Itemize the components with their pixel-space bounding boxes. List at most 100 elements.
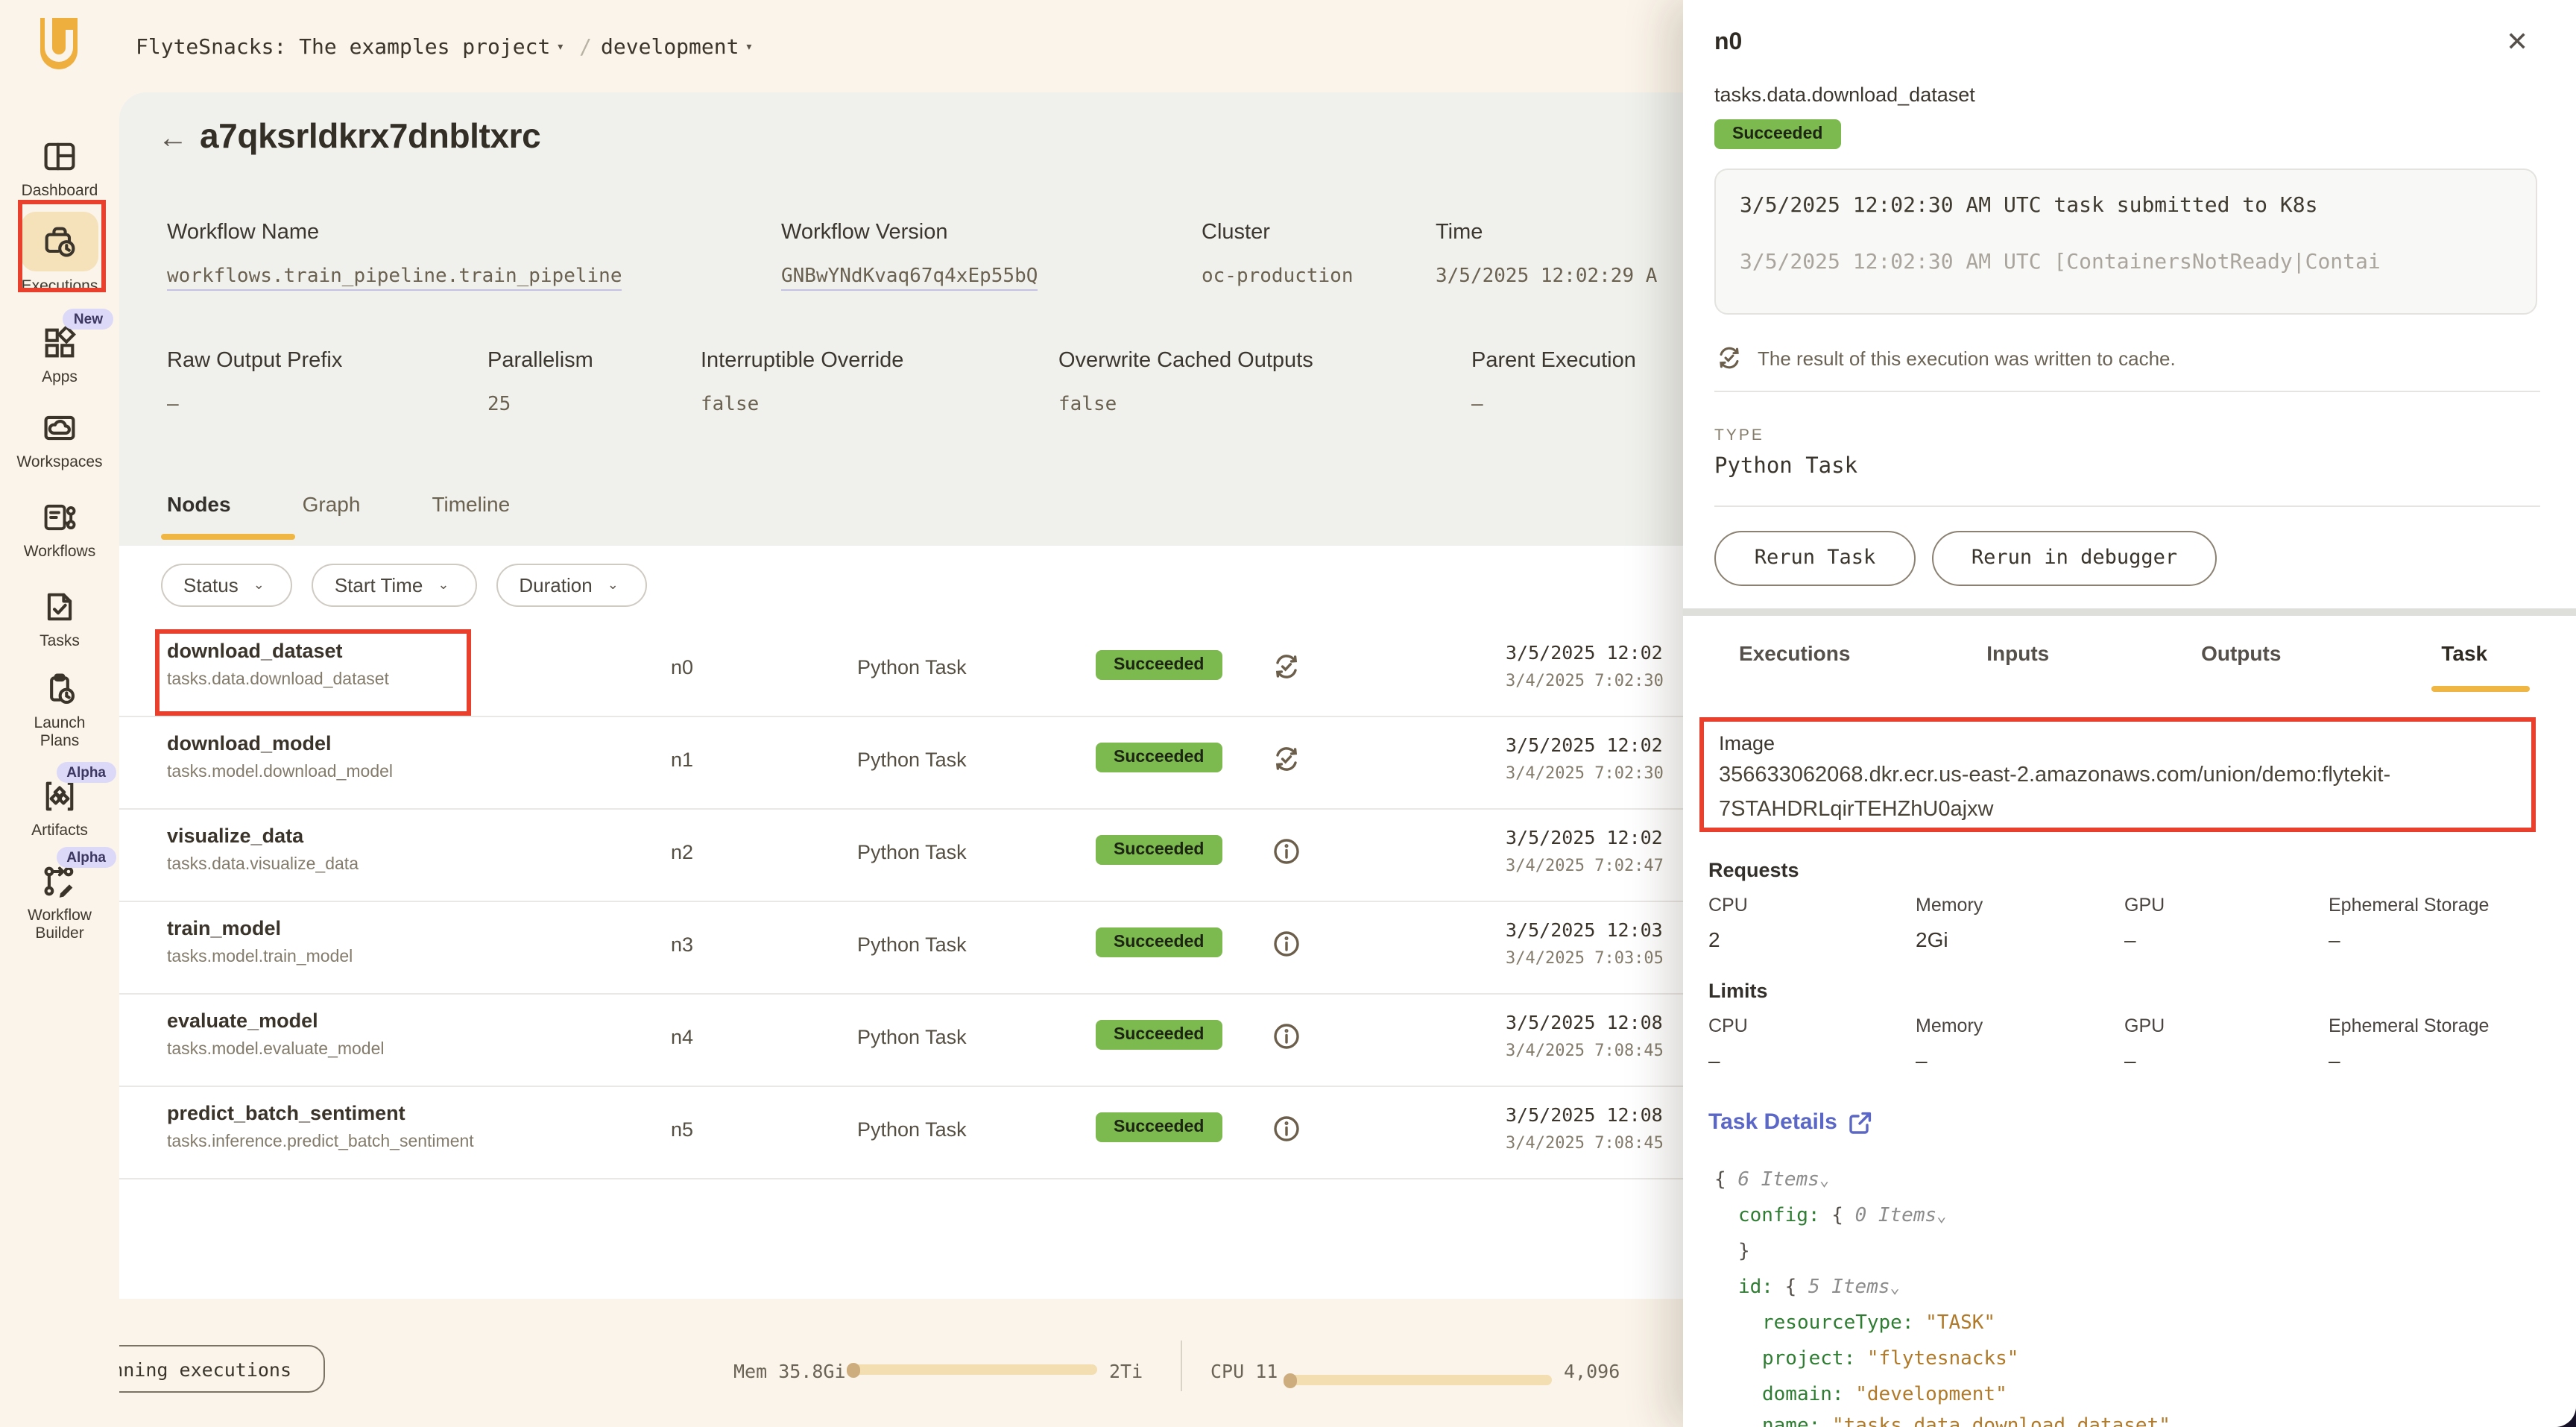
res-header-cpu: CPU [1708,895,1916,916]
tab-executions[interactable]: Executions [1683,641,1907,665]
domain-caret-down-icon[interactable]: ▾ [745,40,753,55]
meta-value: false [1058,394,1313,416]
workflow-name-link[interactable]: workflows.train_pipeline.train_pipeline [167,265,622,291]
task-details-link[interactable]: Task Details [1708,1109,1873,1135]
status-badge: Succeeded [1096,650,1222,680]
requests-values: 2 2Gi – – [1708,927,2340,951]
launch-plans-icon [0,670,119,708]
breadcrumb: FlyteSnacks: The examples project ▾ / de… [136,36,759,60]
meta-label: Cluster [1202,221,1354,245]
meta-value: 25 [487,394,593,416]
node-name[interactable]: download_model [167,732,393,755]
workflow-version-link[interactable]: GNBwYNdKvaq67q4xEp55bQ [781,265,1038,291]
table-row-n0[interactable]: download_dataset tasks.data.download_dat… [119,623,1683,717]
node-name[interactable]: evaluate_model [167,1009,385,1032]
sidebar-item-tasks[interactable]: Tasks [0,588,119,650]
node-type: Python Task [857,656,967,678]
node-name[interactable]: download_dataset [167,640,389,662]
info-icon[interactable] [1270,835,1303,868]
rerun-debugger-button[interactable]: Rerun in debugger [1932,531,2217,586]
sidebar-item-executions[interactable]: Executions [0,212,119,295]
collapse-chevron-icon: ⌄ [1890,1278,1900,1297]
node-name[interactable]: visualize_data [167,825,359,847]
sidebar-item-dashboard[interactable]: Dashboard [0,137,119,200]
log-preview-box[interactable]: 3/5/2025 12:02:30 AM UTC task submitted … [1714,168,2537,315]
node-type: Python Task [857,1026,967,1048]
res-header-ephemeral-storage: Ephemeral Storage [2329,895,2489,916]
json-root-line[interactable]: { 6 Items⌄ [1714,1169,1829,1191]
union-logo[interactable] [36,16,82,76]
cluster-value: oc-production [1202,265,1354,288]
limit-cpu: – [1708,1048,1916,1072]
cpu-gauge-max: 4,096 [1564,1360,1620,1382]
node-id: n5 [671,1118,693,1141]
dashboard-icon [0,137,119,176]
cache-note: The result of this execution was written… [1714,343,2176,373]
node-start-time-local: 3/4/2025 7:08:45 [1506,1041,1683,1060]
node-type: Python Task [857,749,967,771]
table-row-n3[interactable]: train_model tasks.model.train_model n3 P… [119,901,1683,995]
task-details-label: Task Details [1708,1109,1837,1135]
breadcrumb-project[interactable]: FlyteSnacks: The examples project [136,36,550,60]
back-arrow-icon[interactable]: ← [158,122,188,157]
sidebar-item-artifacts[interactable]: Alpha Artifacts [0,777,119,839]
status-badge: Succeeded [1714,119,1840,149]
status-badge: Succeeded [1096,1112,1222,1142]
meta-label: Raw Output Prefix [167,349,342,373]
filter-label: Start Time [335,574,423,596]
filter-label: Status [183,574,239,596]
main-tabs: Nodes Graph Timeline [167,492,510,516]
tab-inputs[interactable]: Inputs [1907,641,2130,665]
sidebar-label: Plans [0,732,119,750]
filter-duration[interactable]: Duration⌄ [496,564,646,607]
close-icon[interactable]: ✕ [2506,27,2528,58]
project-caret-down-icon[interactable]: ▾ [556,40,564,55]
sidebar-item-apps[interactable]: New Apps [0,324,119,386]
tab-nodes[interactable]: Nodes [167,492,231,516]
cache-icon[interactable] [1270,650,1303,683]
table-row-n1[interactable]: download_model tasks.model.download_mode… [119,716,1683,810]
info-icon[interactable] [1270,1020,1303,1053]
sidebar-item-workspaces[interactable]: Workspaces [0,409,119,471]
tab-graph[interactable]: Graph [303,492,361,516]
node-name[interactable]: predict_batch_sentiment [167,1102,474,1124]
table-row-n5[interactable]: predict_batch_sentiment tasks.inference.… [119,1086,1683,1179]
cache-note-text: The result of this execution was written… [1758,347,2176,369]
node-name[interactable]: train_model [167,917,353,939]
sidebar-item-launch-plans[interactable]: Launch Plans [0,670,119,750]
sidebar-item-workflows[interactable]: Workflows [0,498,119,561]
table-filters: Status⌄ Start Time⌄ Duration⌄ [161,564,647,607]
memory-gauge-label: Mem 35.8Gi [733,1360,846,1382]
filter-start-time[interactable]: Start Time⌄ [312,564,478,607]
tasks-icon [0,588,119,626]
annotation-box-image: Image 356633062068.dkr.ecr.us-east-2.ama… [1699,717,2536,832]
tab-task[interactable]: Task [2353,641,2576,665]
tab-outputs[interactable]: Outputs [2130,641,2353,665]
table-row-n4[interactable]: evaluate_model tasks.model.evaluate_mode… [119,993,1683,1087]
cache-icon[interactable] [1270,743,1303,775]
breadcrumb-separator: / [579,36,592,60]
breadcrumb-domain[interactable]: development [601,36,739,60]
drawer-subtitle: tasks.data.download_dataset [1714,84,1975,106]
filter-status[interactable]: Status⌄ [161,564,293,607]
alpha-badge: Alpha [56,762,116,783]
info-icon[interactable] [1270,927,1303,960]
memory-gauge-max: 2Ti [1109,1360,1143,1382]
json-config-line[interactable]: config: { 0 Items⌄ [1738,1205,1946,1227]
sidebar-item-workflow-builder[interactable]: Alpha Workflow Builder [0,862,119,942]
json-name-line: name: "tasks.data.download_dataset" [1762,1415,2171,1427]
info-icon[interactable] [1270,1112,1303,1145]
rerun-task-button[interactable]: Rerun Task [1714,531,1916,586]
table-row-n2[interactable]: visualize_data tasks.data.visualize_data… [119,808,1683,902]
tab-timeline[interactable]: Timeline [432,492,510,516]
page-title: a7qksrldkrx7dnbltxrc [200,116,540,157]
node-type: Python Task [857,841,967,863]
type-label: TYPE [1714,426,1764,444]
node-start-time-local: 3/4/2025 7:02:30 [1506,763,1683,783]
divider [1714,505,2540,507]
json-resource-type-line: resourceType: "TASK" [1762,1312,1995,1335]
json-id-line[interactable]: id: { 5 Items⌄ [1738,1276,1900,1299]
limit-memory: – [1916,1048,2124,1072]
sidebar-label: Workflow [0,907,119,924]
limit-gpu: – [2124,1048,2329,1072]
